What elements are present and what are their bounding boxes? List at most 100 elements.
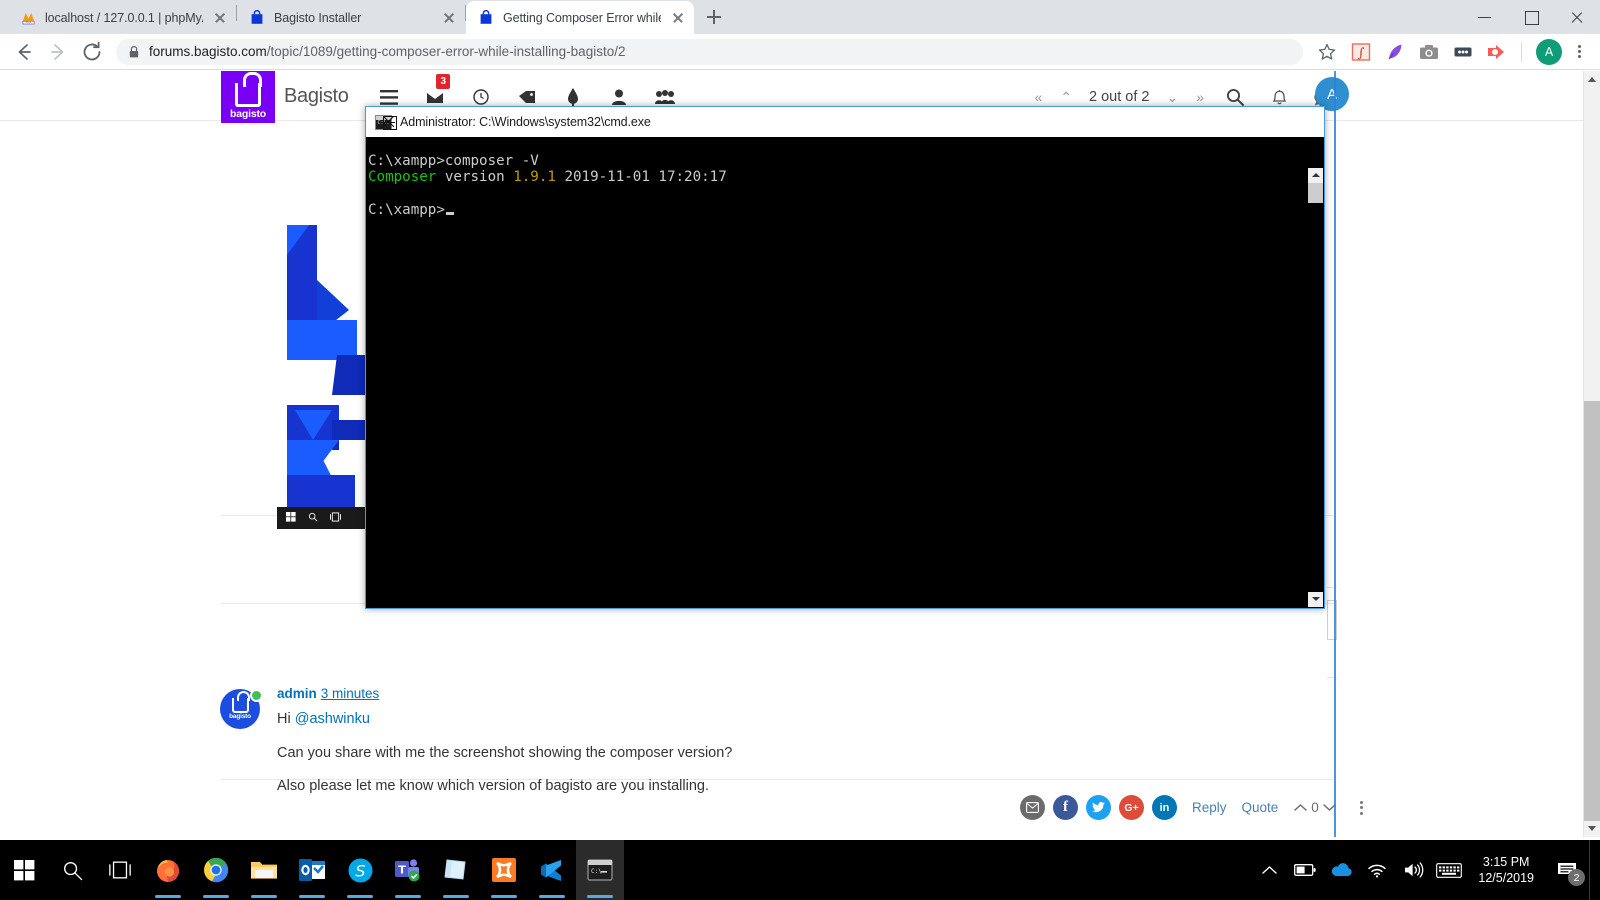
screenshot-camera-icon[interactable] (1416, 39, 1442, 65)
minimize-button[interactable] (1462, 0, 1508, 34)
toolbar-divider (1521, 41, 1522, 62)
battery-icon[interactable] (1287, 840, 1323, 900)
post-reply-link[interactable]: Reply (1192, 800, 1227, 815)
cmd-title-bar[interactable]: Administrator: C:\Windows\system32\cmd.e… (366, 107, 1324, 137)
unread-badge: 3 (436, 74, 450, 89)
page-scrollbar[interactable] (1583, 71, 1600, 837)
vote-count: 0 (1311, 800, 1319, 815)
post-author[interactable]: admin (277, 686, 317, 701)
cmd-console-body[interactable]: C:\xampp>composer -V Composer version 1.… (366, 137, 1324, 608)
svg-text:T: T (398, 864, 406, 877)
file-explorer-icon[interactable] (240, 840, 288, 900)
bagisto-bag-icon (478, 10, 494, 26)
cmd-scrollbar[interactable] (1308, 168, 1323, 607)
cmd-icon[interactable]: C:\ (576, 840, 624, 900)
sticky-notes-icon[interactable] (432, 840, 480, 900)
linkedin-share-icon[interactable]: in (1152, 795, 1177, 820)
chrome-icon[interactable] (192, 840, 240, 900)
start-button-icon[interactable] (0, 840, 48, 900)
brand-name: Bagisto (284, 84, 349, 107)
post-actions: f G+ in Reply Quote 0 (1020, 795, 1370, 820)
address-bar[interactable]: forums.bagisto.com/topic/1089/getting-co… (116, 38, 1303, 65)
cmd-scroll-down-arrow-icon[interactable] (1308, 592, 1323, 607)
notifications-icon[interactable]: 2 (1545, 840, 1589, 900)
maximize-button[interactable] (1508, 0, 1554, 34)
extension-dots-icon[interactable] (1450, 39, 1476, 65)
embedded-taskbar (277, 507, 367, 529)
browser-tab-1[interactable]: Bagisto Installer (237, 1, 465, 34)
google-plus-share-icon[interactable]: G+ (1119, 795, 1144, 820)
profile-avatar[interactable]: A (1536, 38, 1562, 65)
touch-keyboard-icon[interactable] (1431, 840, 1467, 900)
show-desktop-button[interactable] (1589, 840, 1596, 900)
close-icon[interactable] (670, 10, 686, 26)
task-view-icon (330, 511, 341, 525)
svg-text:∫: ∫ (1358, 46, 1365, 61)
volume-icon[interactable] (1395, 840, 1431, 900)
task-view-icon[interactable] (96, 840, 144, 900)
bookmark-star-icon[interactable] (1314, 39, 1340, 65)
outlook-icon[interactable] (288, 840, 336, 900)
taskbar-clock[interactable]: 3:15 PM 12/5/2019 (1467, 854, 1545, 886)
firefox-icon[interactable] (144, 840, 192, 900)
embedded-screenshot-image[interactable] (277, 225, 367, 529)
cmd-line-3: C:\xampp> (368, 201, 445, 218)
email-share-icon[interactable] (1020, 795, 1045, 820)
user-mention[interactable]: @ashwinku (295, 711, 370, 727)
reload-icon[interactable] (76, 36, 108, 68)
start-button-icon (286, 511, 296, 525)
skype-icon[interactable]: S (336, 840, 384, 900)
windows-taskbar: S T C:\ 3:15 PM 12/5/2019 2 (0, 840, 1600, 900)
avatar-wordmark: bagisto (229, 713, 251, 721)
teams-icon[interactable]: T (384, 840, 432, 900)
post-votes: 0 (1294, 800, 1336, 815)
facebook-share-icon[interactable]: f (1053, 795, 1078, 820)
adobe-acrobat-icon[interactable]: ∫ (1348, 39, 1374, 65)
url-path: /topic/1089/getting-composer-error-while… (266, 44, 626, 59)
close-icon[interactable] (212, 10, 228, 26)
post-more-icon[interactable] (1354, 797, 1370, 819)
scroll-down-arrow-icon[interactable] (1584, 820, 1600, 837)
post-body: Hi @ashwinku Can you share with me the s… (277, 710, 1037, 811)
show-hidden-icons-chevron[interactable] (1251, 840, 1287, 900)
cmd-scrollbar-thumb[interactable] (1308, 183, 1323, 203)
clock-time: 3:15 PM (1482, 855, 1530, 869)
page-accent-edge (1334, 71, 1336, 837)
vscode-icon[interactable] (528, 840, 576, 900)
onedrive-icon[interactable] (1323, 840, 1359, 900)
new-tab-button[interactable] (700, 3, 728, 31)
scrollbar-thumb[interactable] (1584, 401, 1600, 821)
browser-tab-title: localhost / 127.0.0.1 | phpMyAdm (45, 10, 203, 25)
close-icon[interactable] (441, 10, 457, 26)
post-timestamp[interactable]: 3 minutes (321, 686, 380, 701)
back-arrow-icon[interactable] (8, 36, 40, 68)
system-tray: 3:15 PM 12/5/2019 2 (1251, 840, 1600, 900)
cmd-seg-number: 1.9.1 (513, 169, 556, 186)
grammarly-feather-icon[interactable] (1382, 39, 1408, 65)
xampp-icon[interactable] (480, 840, 528, 900)
forum-brand[interactable]: bagisto Bagisto (221, 71, 349, 123)
close-window-button[interactable] (1554, 0, 1600, 34)
taskbar-search-icon[interactable] (48, 840, 96, 900)
browser-tab-2[interactable]: Getting Composer Error while ins (466, 1, 694, 34)
scroll-up-arrow-icon[interactable] (1584, 71, 1600, 88)
notification-count-badge: 2 (1568, 869, 1585, 886)
url-text: forums.bagisto.com/topic/1089/getting-co… (149, 44, 625, 59)
svg-text:S: S (355, 861, 365, 880)
post-text: Hi (277, 711, 295, 727)
chili-extension-icon[interactable] (1484, 39, 1510, 65)
forward-arrow-icon (42, 36, 74, 68)
cmd-window[interactable]: Administrator: C:\Windows\system32\cmd.e… (365, 106, 1325, 609)
post-quote-link[interactable]: Quote (1242, 800, 1279, 815)
browser-tab-title: Bagisto Installer (274, 10, 362, 25)
clock-date: 12/5/2019 (1478, 871, 1534, 885)
svg-text:PMA: PMA (25, 21, 31, 25)
url-domain: forums.bagisto.com (149, 44, 267, 59)
post-line-2: Also please let me know which version of… (277, 778, 710, 795)
wifi-icon[interactable] (1359, 840, 1395, 900)
twitter-share-icon[interactable] (1086, 795, 1111, 820)
browser-tab-0[interactable]: PMA localhost / 127.0.0.1 | phpMyAdm (8, 1, 236, 34)
upvote-icon[interactable] (1294, 800, 1308, 815)
chrome-menu-icon[interactable] (1566, 39, 1592, 65)
cmd-scroll-up-arrow-icon[interactable] (1308, 168, 1323, 183)
